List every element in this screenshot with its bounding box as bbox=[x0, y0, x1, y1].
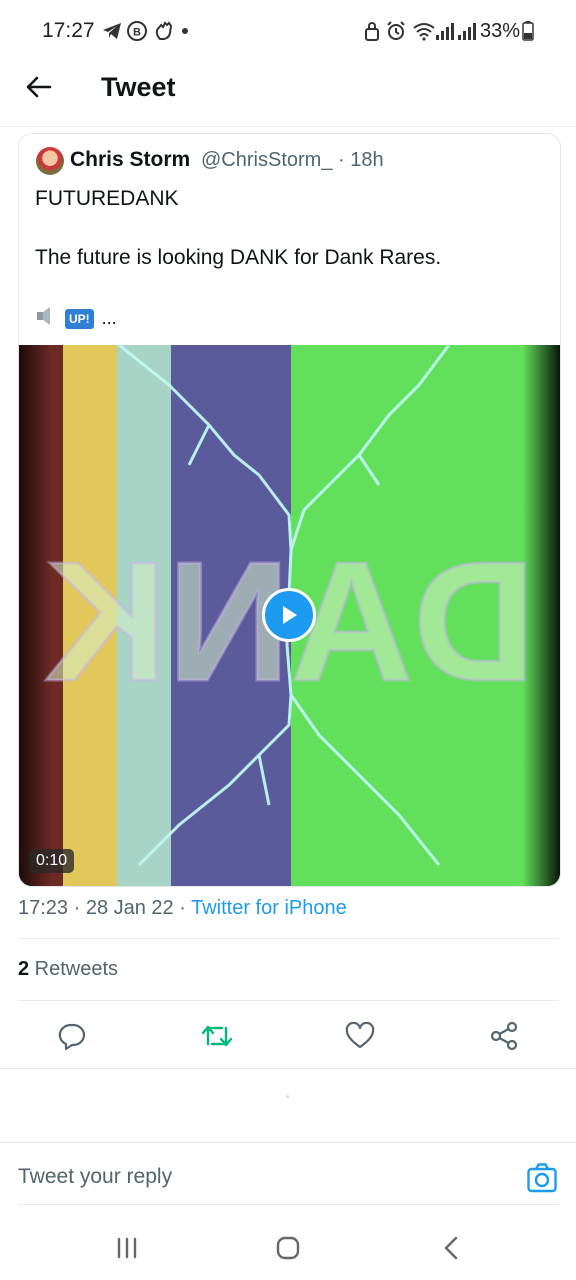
play-button[interactable] bbox=[262, 588, 316, 642]
home-button[interactable] bbox=[273, 1232, 303, 1264]
speaker-icon bbox=[37, 306, 55, 331]
like-button[interactable] bbox=[342, 1018, 378, 1054]
alarm-lock-icon bbox=[364, 20, 380, 42]
tweet-text-line-1: FUTUREDANK bbox=[35, 187, 179, 210]
reply-button[interactable] bbox=[54, 1018, 90, 1054]
status-time: 17:27 bbox=[42, 19, 95, 42]
tweet-source-link[interactable]: Twitter for iPhone bbox=[191, 897, 347, 919]
recent-apps-icon bbox=[117, 1237, 137, 1259]
quoted-tweet-card[interactable]: Chris Storm @ChrisStorm_ · 18h FUTUREDAN… bbox=[18, 133, 561, 887]
bixby-icon: B bbox=[126, 20, 148, 42]
reply-input[interactable]: Tweet your reply bbox=[18, 1165, 172, 1189]
back-arrow-icon[interactable] bbox=[22, 70, 56, 104]
video-duration-badge: 0:10 bbox=[29, 849, 75, 873]
retweet-button[interactable] bbox=[199, 1018, 235, 1054]
recent-apps-button[interactable] bbox=[112, 1232, 142, 1264]
share-icon bbox=[490, 1021, 518, 1051]
alarm-icon bbox=[386, 20, 406, 42]
play-icon bbox=[283, 606, 297, 624]
signal-2-icon bbox=[458, 20, 476, 42]
reply-icon bbox=[58, 1023, 86, 1050]
retweet-count: 2 bbox=[18, 958, 30, 980]
telegram-icon bbox=[102, 20, 122, 42]
notification-dot-icon bbox=[181, 20, 189, 42]
loading-dot bbox=[286, 1095, 289, 1098]
app-header bbox=[0, 62, 576, 127]
heart-icon bbox=[345, 1022, 375, 1049]
back-button[interactable] bbox=[436, 1232, 466, 1264]
tweet-text-line-2: The future is looking DANK for Dank Rare… bbox=[35, 246, 442, 269]
divider bbox=[18, 1204, 559, 1205]
retweet-stats[interactable]: 2 Retweets bbox=[18, 958, 118, 981]
divider bbox=[0, 1068, 576, 1069]
wifi-icon bbox=[412, 20, 436, 42]
signal-1-icon bbox=[436, 20, 454, 42]
svg-text:B: B bbox=[133, 27, 141, 39]
page-title: Tweet bbox=[101, 72, 176, 102]
emoji-row: UP! ... bbox=[37, 306, 117, 331]
camera-icon bbox=[527, 1163, 557, 1193]
tweet-meta: 17:23 · 28 Jan 22 · Twitter for iPhone bbox=[18, 897, 347, 920]
divider bbox=[18, 938, 559, 939]
tweet-timestamp: 17:23 · 28 Jan 22 · bbox=[18, 897, 192, 919]
battery-percentage: 33% bbox=[480, 20, 521, 42]
retweet-icon bbox=[201, 1025, 233, 1047]
home-icon bbox=[276, 1236, 300, 1260]
camera-button[interactable] bbox=[526, 1162, 558, 1194]
chevron-left-icon bbox=[444, 1236, 458, 1260]
battery-icon bbox=[522, 20, 534, 42]
share-button[interactable] bbox=[486, 1018, 522, 1054]
divider bbox=[18, 1000, 559, 1001]
author-handle: @ChrisStorm_ · 18h bbox=[201, 149, 384, 171]
ellipsis: ... bbox=[101, 308, 117, 328]
wave-hand-icon bbox=[152, 20, 176, 42]
avatar[interactable] bbox=[36, 147, 64, 175]
author-name: Chris Storm bbox=[70, 148, 191, 171]
retweet-label: Retweets bbox=[29, 958, 119, 980]
video-player[interactable]: DANK 0:10 bbox=[19, 345, 560, 886]
up-badge-icon: UP! bbox=[65, 308, 94, 329]
